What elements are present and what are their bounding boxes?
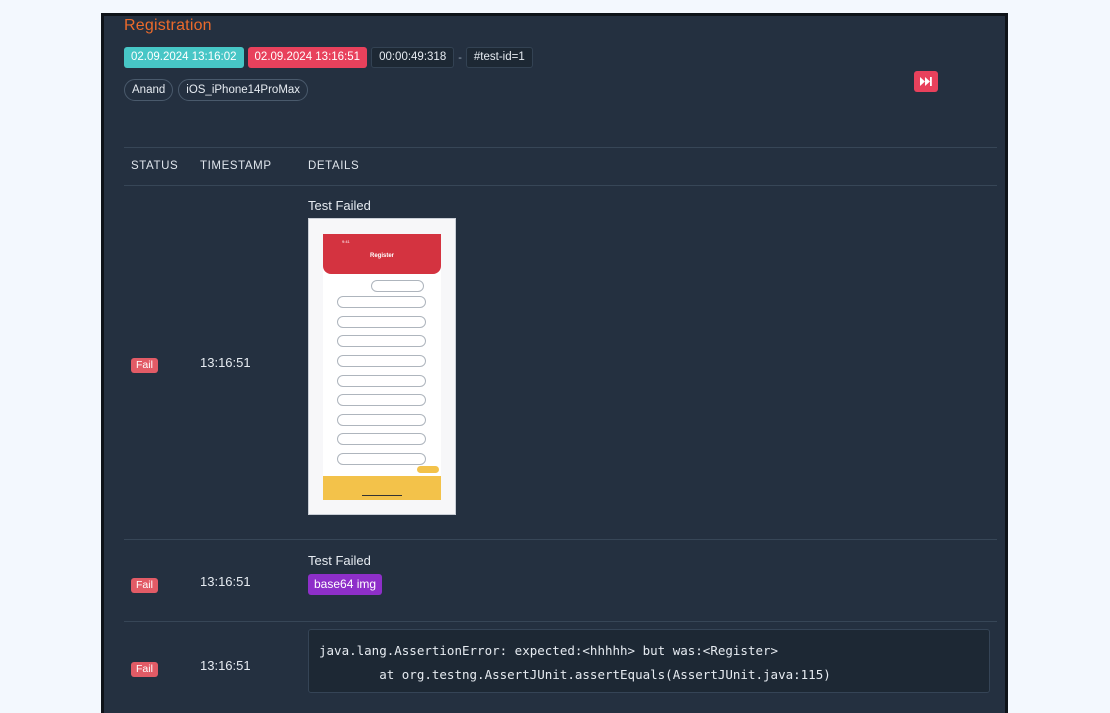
- end-time-badge: 02.09.2024 13:16:51: [247, 47, 368, 68]
- test-title: Registration: [124, 17, 212, 34]
- status-badge: Fail: [131, 578, 158, 593]
- stacktrace-textarea[interactable]: java.lang.AssertionError: expected:<hhhh…: [308, 629, 990, 693]
- base64-image-button[interactable]: base64 img: [308, 574, 383, 595]
- test-panel: Registration 02.09.2024 13:16:02 02.09.2…: [101, 13, 1008, 713]
- stacktrace-text: java.lang.AssertionError: expected:<hhhh…: [319, 643, 831, 682]
- screenshot-title: Register: [369, 253, 394, 259]
- time-badges: 02.09.2024 13:16:02 02.09.2024 13:16:51 …: [124, 46, 537, 69]
- table-row: Fail 13:16:51 java.lang.AssertionError: …: [124, 622, 997, 712]
- row-timestamp: 13:16:51: [200, 355, 251, 370]
- row-timestamp: 13:16:51: [200, 658, 251, 673]
- separator: -: [458, 51, 462, 64]
- row-timestamp: 13:16:51: [200, 574, 251, 589]
- table-row: Fail 13:16:51 Test Failed 9:41 Register: [124, 186, 997, 540]
- device-pill[interactable]: iOS_iPhone14ProMax: [178, 79, 309, 101]
- start-time-badge: 02.09.2024 13:16:02: [124, 47, 244, 68]
- screenshot-footer: [323, 476, 441, 500]
- fast-forward-icon: [920, 77, 932, 86]
- skip-button[interactable]: [914, 71, 938, 92]
- details-title: Test Failed: [308, 553, 371, 568]
- screenshot-header: 9:41 Register: [323, 234, 441, 274]
- details-title: Test Failed: [308, 198, 371, 213]
- phone-screenshot: 9:41 Register: [323, 234, 441, 500]
- table-header: STATUS TIMESTAMP DETAILS: [124, 147, 997, 186]
- author-pill[interactable]: Anand: [124, 79, 174, 101]
- header-details: DETAILS: [308, 160, 360, 172]
- header-timestamp: TIMESTAMP: [200, 160, 272, 172]
- duration-badge: 00:00:49:318: [371, 47, 455, 68]
- screenshot-thumbnail[interactable]: 9:41 Register: [308, 218, 456, 515]
- table-row: Fail 13:16:51 Test Failed base64 img: [124, 540, 997, 622]
- log-table: STATUS TIMESTAMP DETAILS Fail 13:16:51 T…: [124, 147, 997, 712]
- status-badge: Fail: [131, 358, 158, 373]
- tag-pills: Anand iOS_iPhone14ProMax: [124, 79, 313, 101]
- header-status: STATUS: [131, 160, 179, 172]
- status-badge: Fail: [131, 662, 158, 677]
- test-id-badge: #test-id=1: [465, 47, 533, 68]
